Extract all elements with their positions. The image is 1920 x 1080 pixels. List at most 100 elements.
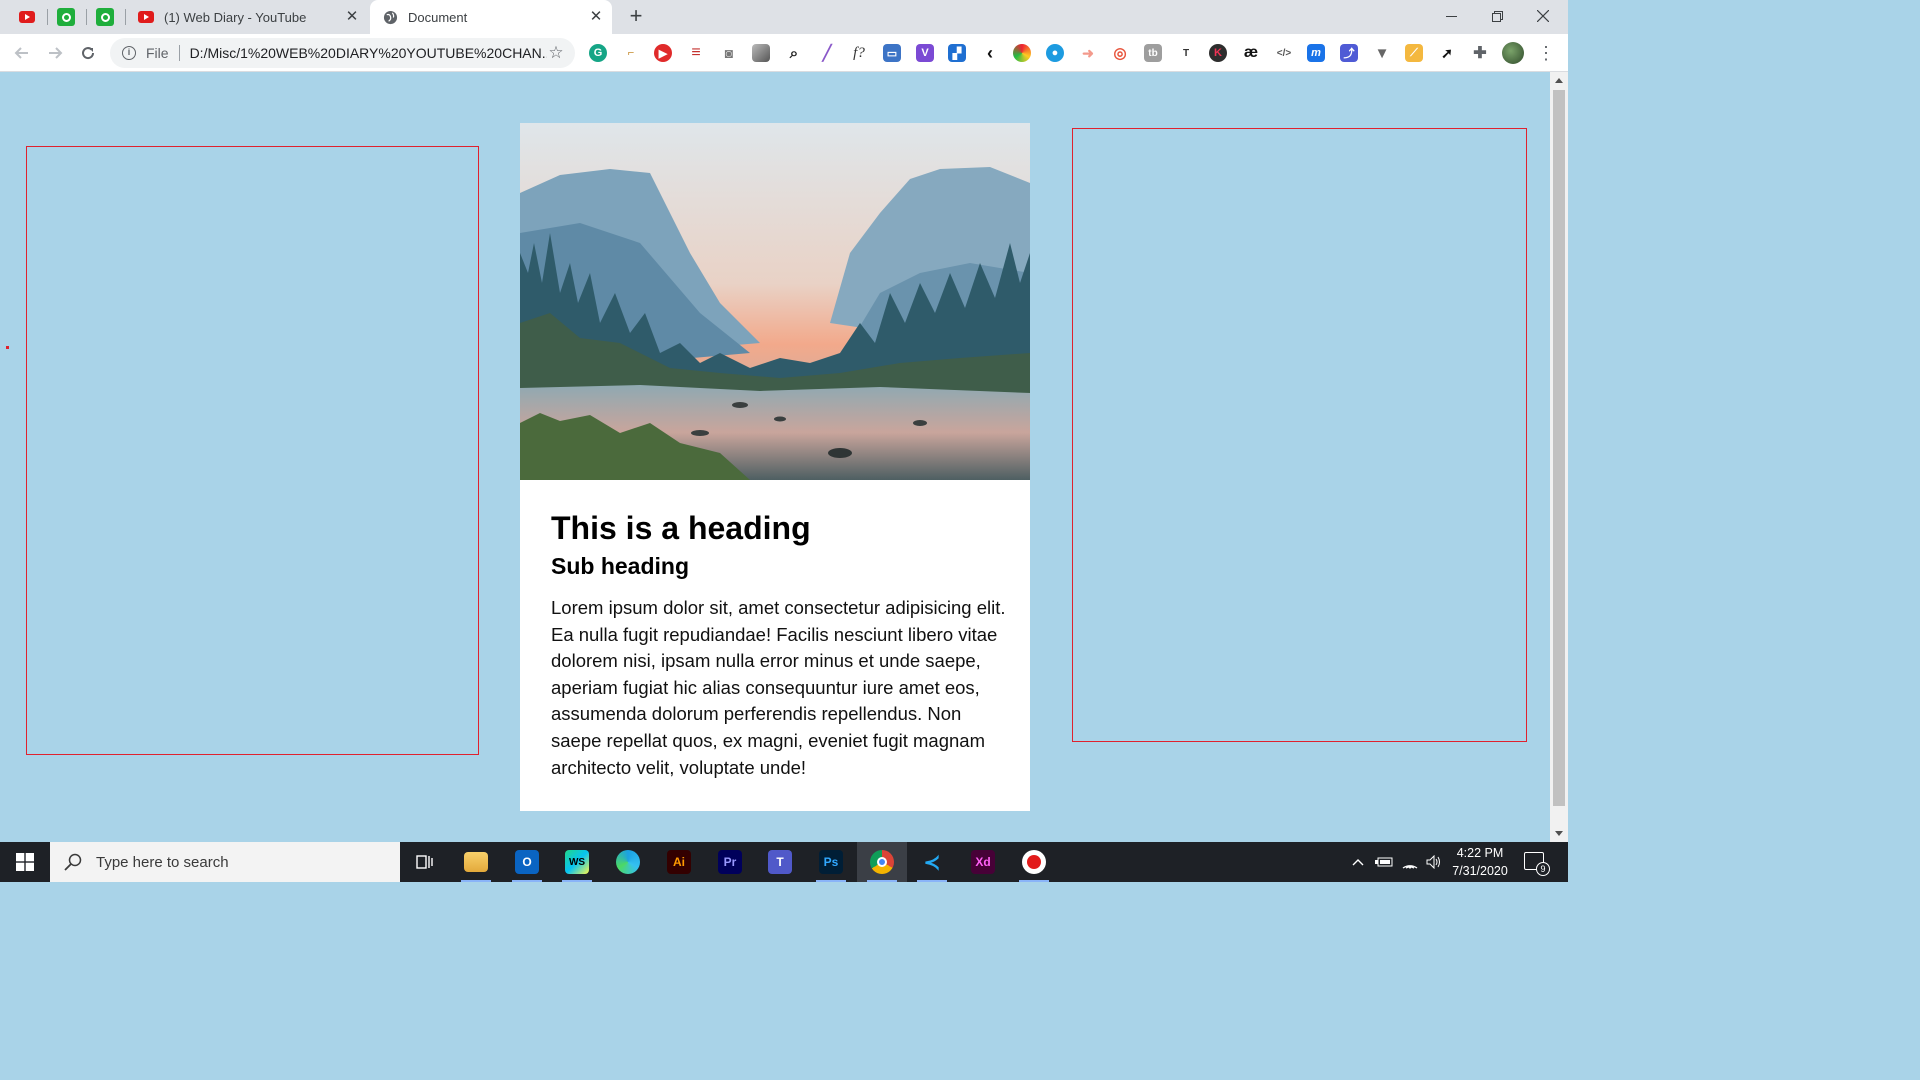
- scroll-down-arrow-icon[interactable]: [1555, 831, 1563, 836]
- page-scrollbar[interactable]: [1550, 72, 1568, 842]
- reload-button[interactable]: [76, 41, 100, 65]
- premiere-button[interactable]: Pr: [705, 842, 755, 882]
- url-text[interactable]: D:/Misc/1%20WEB%20DIARY%20YOUTUBE%20CHAN…: [190, 45, 547, 61]
- page-heading: This is a heading: [551, 510, 811, 546]
- pen-icon[interactable]: ╱: [818, 44, 836, 62]
- green-extension-icon: [57, 8, 75, 26]
- menu-kebab-icon[interactable]: ⋮: [1536, 41, 1556, 65]
- grammarly-icon[interactable]: G: [589, 44, 607, 62]
- notification-count-badge: 9: [1536, 862, 1550, 876]
- v-shape-icon[interactable]: ▼: [1373, 44, 1391, 62]
- ae-icon[interactable]: æ: [1242, 44, 1260, 62]
- camera-icon[interactable]: ◙: [720, 44, 738, 62]
- puzzle-icon[interactable]: ✚: [1471, 44, 1489, 62]
- mountain-valley-river-photo: [520, 123, 1030, 480]
- new-tab-button[interactable]: +: [624, 5, 648, 29]
- start-button[interactable]: [0, 842, 50, 882]
- tab-divider: [125, 9, 126, 25]
- back-button[interactable]: [10, 41, 34, 65]
- play-icon[interactable]: ▶: [654, 44, 672, 62]
- k-icon[interactable]: K: [1209, 44, 1227, 62]
- tab-web-diary-youtube[interactable]: (1) Web Diary - YouTube ✕: [128, 0, 368, 34]
- search-placeholder: Type here to search: [96, 853, 229, 871]
- chevron-icon[interactable]: ‹: [981, 43, 999, 63]
- taskbar-search-box[interactable]: Type here to search: [50, 842, 400, 882]
- printer-icon[interactable]: ▭: [883, 44, 901, 62]
- teams-icon: T: [768, 850, 792, 874]
- function-icon[interactable]: f?: [850, 44, 868, 62]
- clock-time: 4:22 PM: [1456, 846, 1504, 860]
- vscode-button[interactable]: ≺: [907, 842, 957, 882]
- pinned-tab-extension-1[interactable]: [55, 6, 77, 28]
- chart-icon[interactable]: ⤴: [1340, 44, 1358, 62]
- page-viewport: This is a heading Sub heading Lorem ipsu…: [0, 72, 1550, 842]
- chrome-button[interactable]: [857, 842, 907, 882]
- file-scheme-label: File: [146, 45, 169, 61]
- scrollbar-thumb[interactable]: [1553, 90, 1565, 806]
- close-window-button[interactable]: [1520, 0, 1566, 32]
- lines-icon[interactable]: ≡: [687, 44, 705, 62]
- illustrator-icon: Ai: [667, 850, 691, 874]
- battery-icon[interactable]: [1372, 842, 1396, 882]
- restore-button[interactable]: [1474, 0, 1520, 32]
- page-subheading: Sub heading: [551, 553, 689, 579]
- m-icon[interactable]: m: [1307, 44, 1325, 62]
- windows-logo-icon: [16, 853, 34, 871]
- scroll-up-arrow-icon[interactable]: [1555, 78, 1563, 83]
- gray-square-icon[interactable]: [752, 44, 770, 62]
- tab-title: Document: [408, 9, 468, 25]
- frame-icon[interactable]: ▞: [948, 44, 966, 62]
- illustrator-button[interactable]: Ai: [654, 842, 704, 882]
- notification-center-icon[interactable]: 9: [1524, 852, 1550, 876]
- vscode-icon: ≺: [923, 851, 941, 874]
- v-icon[interactable]: V: [916, 44, 934, 62]
- wifi-icon[interactable]: [1398, 842, 1422, 882]
- tab-document[interactable]: Document ✕: [370, 0, 612, 34]
- color-picker-icon[interactable]: [1013, 44, 1031, 62]
- chrome-icon: [870, 850, 894, 874]
- pinned-tab-youtube[interactable]: [16, 6, 38, 28]
- teams-button[interactable]: T: [755, 842, 805, 882]
- pin-icon[interactable]: ⌐: [622, 44, 640, 62]
- clock-date: 7/31/2020: [1452, 864, 1508, 878]
- globe-icon: [382, 9, 398, 25]
- tab-strip: (1) Web Diary - YouTube ✕ Document ✕ +: [0, 0, 1568, 34]
- code-icon[interactable]: </>: [1275, 44, 1293, 62]
- windows-taskbar: Type here to search O WS Ai Pr T Ps ≺ Xd: [0, 842, 1568, 882]
- webstorm-button[interactable]: WS: [552, 842, 602, 882]
- photoshop-button[interactable]: Ps: [806, 842, 856, 882]
- ruler-icon[interactable]: ⟋: [1405, 44, 1423, 62]
- left-outlined-box: [26, 146, 479, 755]
- address-bar[interactable]: i File D:/Misc/1%20WEB%20DIARY%20YOUTUBE…: [110, 38, 575, 68]
- system-clock[interactable]: 4:22 PM 7/31/2020: [1440, 844, 1520, 880]
- pinned-tab-extension-2[interactable]: [94, 6, 116, 28]
- xd-button[interactable]: Xd: [958, 842, 1008, 882]
- task-view-icon: [416, 855, 433, 869]
- profile-avatar[interactable]: [1502, 42, 1524, 64]
- youtube-icon: [138, 9, 154, 25]
- close-tab-icon[interactable]: ✕: [344, 9, 360, 25]
- recorder-button[interactable]: [1009, 842, 1059, 882]
- file-explorer-button[interactable]: [451, 842, 501, 882]
- show-hidden-icons-button[interactable]: [1348, 842, 1368, 882]
- webstorm-icon: WS: [565, 850, 589, 874]
- blue-dot-icon[interactable]: ●: [1046, 44, 1064, 62]
- arrow-icon[interactable]: ➜: [1079, 44, 1097, 62]
- tb-icon[interactable]: tb: [1144, 44, 1162, 62]
- forward-arrow-icon: [49, 47, 63, 59]
- red-dot: [6, 346, 9, 349]
- edge-button[interactable]: [603, 842, 653, 882]
- magnifier-icon[interactable]: ⌕: [785, 44, 803, 62]
- t-icon[interactable]: T: [1177, 44, 1195, 62]
- close-tab-icon[interactable]: ✕: [588, 9, 604, 25]
- info-icon[interactable]: i: [122, 46, 136, 60]
- bookmark-star-icon[interactable]: ☆: [547, 43, 565, 63]
- folder-icon: [464, 852, 488, 872]
- task-view-button[interactable]: [400, 842, 450, 882]
- target-icon[interactable]: ◎: [1111, 44, 1129, 62]
- cursor-icon[interactable]: ➚: [1438, 44, 1456, 62]
- back-arrow-icon: [14, 47, 28, 59]
- outlook-button[interactable]: O: [502, 842, 552, 882]
- forward-button[interactable]: [43, 41, 67, 65]
- minimize-button[interactable]: [1428, 0, 1474, 32]
